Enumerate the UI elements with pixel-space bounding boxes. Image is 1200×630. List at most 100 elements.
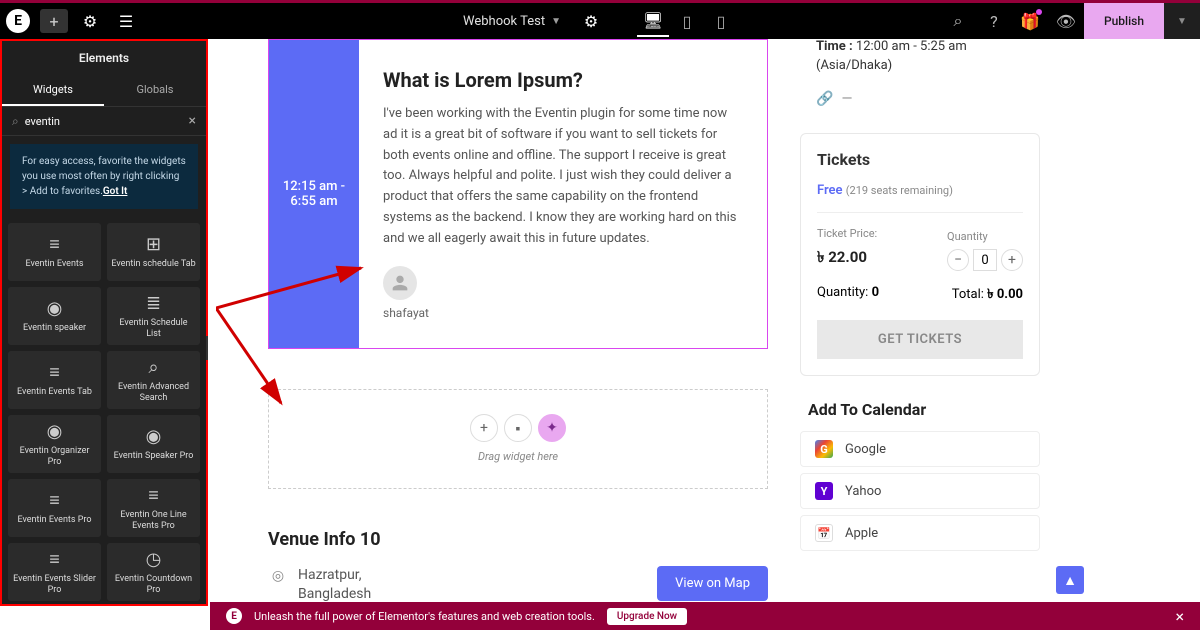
widget-item[interactable]: ≣Eventin Schedule List [107, 287, 200, 345]
close-banner-icon[interactable]: × [1175, 607, 1184, 626]
widget-item[interactable]: ≡Eventin Events [8, 223, 101, 281]
widget-label: Eventin One Line Events Pro [111, 510, 196, 532]
tab-widgets[interactable]: Widgets [2, 75, 104, 106]
schedule-description: I've been working with the Eventin plugi… [383, 104, 743, 250]
view-on-map-button[interactable]: View on Map [657, 566, 768, 601]
widget-item[interactable]: ◷Eventin Countdown Pro [107, 543, 200, 601]
preview-icon[interactable]: 👁 [1048, 3, 1084, 39]
favorites-tip: For easy access, favorite the widgets yo… [10, 144, 198, 209]
event-time: Time : 12:00 am - 5:25 am [800, 39, 1040, 54]
venue-address: Hazratpur, Bangladesh [298, 566, 647, 605]
elementor-logo[interactable]: E [0, 3, 36, 39]
tickets-heading: Tickets [817, 150, 1023, 169]
widget-icon: ≡ [49, 490, 60, 511]
banner-text: Unleash the full power of Elementor's fe… [254, 610, 595, 623]
widget-item[interactable]: ≡ Eventin Events Slider Pro [8, 543, 101, 601]
app-header: E + ⚙ ☰ Webhook Test ▼ ⚙ 🖥 ▯ ▯ ⌕ ? 🎁 👁 P… [0, 3, 1200, 39]
widget-icon: ⊞ [146, 234, 161, 255]
page-title-dropdown[interactable]: Webhook Test ▼ [463, 14, 561, 29]
widget-icon: ◉ [146, 426, 162, 447]
event-timezone: (Asia/Dhaka) [800, 58, 1040, 73]
widget-item[interactable]: ◉ Eventin speaker [8, 287, 101, 345]
widget-item[interactable]: ⌕Eventin Advanced Search [107, 351, 200, 409]
widget-icon: ≡ [49, 549, 60, 570]
search-icon: ⌕ [12, 114, 19, 129]
widget-label: Eventin Events Slider Pro [12, 574, 97, 596]
widget-label: Eventin speaker [23, 323, 86, 334]
mobile-icon[interactable]: ▯ [705, 5, 737, 37]
tab-globals[interactable]: Globals [104, 75, 206, 106]
qty-minus-button[interactable]: − [947, 249, 969, 271]
search-icon[interactable]: ⌕ [940, 3, 976, 39]
widget-icon: ◉ [47, 298, 63, 319]
widget-label: Eventin Events [25, 259, 83, 270]
widget-icon: ≡ [148, 485, 159, 506]
widget-label: Eventin Events Tab [17, 387, 92, 398]
widget-dropzone[interactable]: + ▪ ✦ Drag widget here [268, 389, 768, 489]
scroll-top-button[interactable]: ▲ [1056, 566, 1084, 594]
schedule-time: 12:15 am - 6:55 am [269, 40, 359, 348]
price-label: Ticket Price: [817, 227, 877, 240]
price-value: ৳ 22.00 [817, 246, 877, 271]
add-template-button[interactable]: ▪ [504, 414, 532, 442]
get-tickets-button[interactable]: GET TICKETS [817, 320, 1023, 359]
schedule-card[interactable]: 12:15 am - 6:55 am What is Lorem Ipsum? … [268, 39, 768, 349]
add-widget-button[interactable]: + [470, 414, 498, 442]
widget-item[interactable]: ⊞ Eventin schedule Tab [107, 223, 200, 281]
widget-label: Eventin Organizer Pro [12, 446, 97, 468]
widget-label: Eventin Speaker Pro [114, 451, 194, 462]
qty-label: Quantity [947, 230, 1023, 243]
widget-item[interactable]: ≡ Eventin One Line Events Pro [107, 479, 200, 537]
calendar-provider-icon: 📅 [815, 524, 833, 542]
got-it-link[interactable]: Got It [103, 186, 128, 197]
tablet-icon[interactable]: ▯ [671, 5, 703, 37]
calendar-provider-icon: G [815, 440, 833, 458]
qty-plus-button[interactable]: + [1001, 249, 1023, 271]
quantity-summary-label: Quantity: [817, 285, 868, 300]
widget-item[interactable]: ◉ Eventin Speaker Pro [107, 415, 200, 473]
widget-item[interactable]: ≡ Eventin Events Pro [8, 479, 101, 537]
calendar-provider-label: Google [845, 442, 886, 457]
widget-icon: ≡ [49, 362, 60, 383]
calendar-heading: Add To Calendar [800, 400, 1040, 419]
publish-button[interactable]: Publish [1084, 3, 1164, 39]
settings-icon[interactable]: ⚙ [72, 3, 108, 39]
ticket-tier: Free (219 seats remaining) [817, 183, 1023, 213]
widget-label: Eventin Advanced Search [111, 382, 196, 404]
help-icon[interactable]: ? [976, 3, 1012, 39]
gift-icon[interactable]: 🎁 [1012, 3, 1048, 39]
calendar-item[interactable]: 📅 Apple [800, 515, 1040, 551]
calendar-provider-label: Apple [845, 526, 878, 541]
dropzone-label: Drag widget here [478, 450, 558, 463]
widget-label: Eventin Events Pro [17, 515, 91, 526]
structure-icon[interactable]: ☰ [108, 3, 144, 39]
page-settings-icon[interactable]: ⚙ [573, 3, 609, 39]
page-title-label: Webhook Test [463, 14, 545, 29]
add-element-button[interactable]: + [36, 3, 72, 39]
widget-icon: ◷ [146, 549, 162, 570]
widget-search-input[interactable] [25, 115, 189, 128]
widget-item[interactable]: ≡ Eventin Events Tab [8, 351, 101, 409]
venue-heading: Venue Info 10 [268, 529, 768, 550]
link-icon: 🔗 [816, 91, 833, 107]
calendar-item[interactable]: G Google [800, 431, 1040, 467]
calendar-provider-label: Yahoo [845, 484, 881, 499]
calendar-item[interactable]: YYahoo [800, 473, 1040, 509]
clear-search-icon[interactable]: × [189, 113, 196, 129]
widget-label: Eventin schedule Tab [111, 259, 195, 270]
author-avatar [383, 266, 417, 300]
upgrade-button[interactable]: Upgrade Now [607, 608, 687, 625]
quantity-summary-value: 0 [872, 285, 879, 300]
elements-panel: Elements Widgets Globals ⌕ × For easy ac… [0, 39, 208, 606]
ai-button[interactable]: ✦ [538, 414, 566, 442]
widget-label: Eventin Schedule List [111, 318, 196, 340]
author-name: shafayat [383, 306, 743, 320]
event-link-row: 🔗— [800, 85, 1040, 113]
chevron-down-icon: ▼ [551, 16, 561, 27]
desktop-icon[interactable]: 🖥 [637, 5, 669, 37]
publish-options-button[interactable]: ▼ [1164, 3, 1200, 39]
widget-item[interactable]: ◉Eventin Organizer Pro [8, 415, 101, 473]
total-value: ৳ 0.00 [987, 287, 1023, 302]
editor-canvas: 12:15 am - 6:55 am What is Lorem Ipsum? … [208, 39, 1200, 606]
qty-value[interactable]: 0 [973, 249, 997, 271]
